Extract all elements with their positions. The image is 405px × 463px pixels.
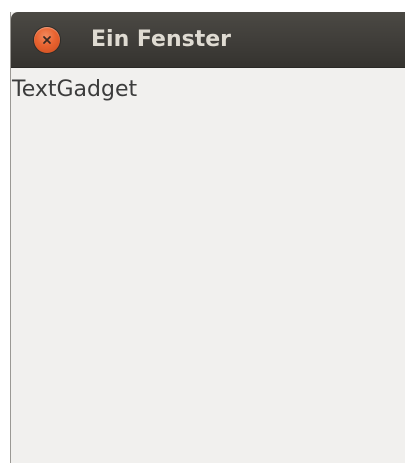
close-window-button[interactable] [34, 27, 60, 53]
window-content: TextGadget [11, 68, 405, 463]
desktop-screen: Ein Fenster TextGadget [0, 0, 405, 463]
text-gadget: TextGadget [12, 77, 138, 102]
window-titlebar[interactable]: Ein Fenster [11, 12, 405, 68]
application-window: Ein Fenster TextGadget [10, 12, 405, 463]
window-title: Ein Fenster [91, 27, 231, 52]
close-icon [43, 36, 51, 44]
